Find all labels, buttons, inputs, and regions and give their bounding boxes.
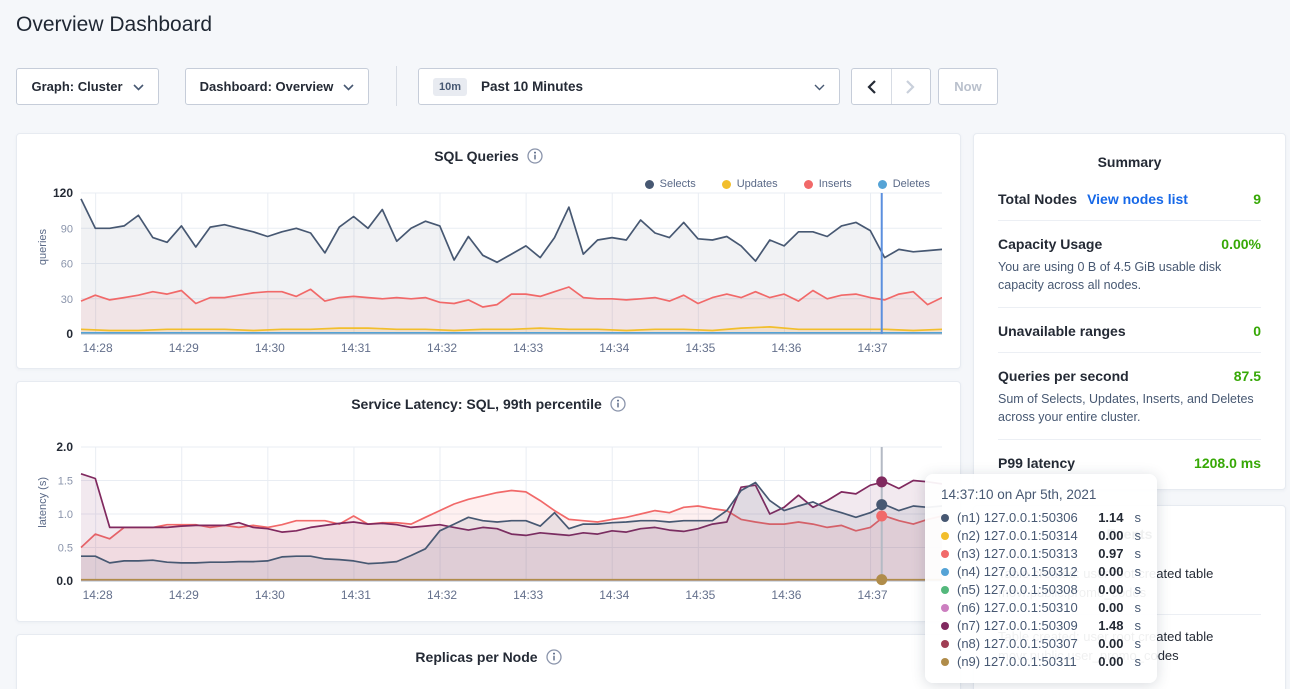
capacity-usage-description: You are using 0 B of 4.5 GiB usable disk…	[998, 258, 1261, 294]
time-range-dropdown[interactable]: 10m Past 10 Minutes	[418, 68, 840, 105]
time-range-label: Past 10 Minutes	[481, 79, 583, 94]
graph-dropdown-label: Graph: Cluster	[31, 79, 122, 94]
capacity-usage-value: 0.00%	[1221, 236, 1261, 252]
total-nodes-value: 9	[1253, 191, 1261, 207]
svg-text:14:37: 14:37	[858, 341, 888, 355]
svg-text:14:31: 14:31	[341, 588, 371, 602]
page-title: Overview Dashboard	[16, 13, 212, 37]
svg-text:14:34: 14:34	[599, 341, 629, 355]
node-dot-icon	[941, 604, 949, 612]
node-dot-icon	[941, 640, 949, 648]
svg-text:14:28: 14:28	[83, 341, 113, 355]
svg-text:2.0: 2.0	[56, 440, 73, 454]
time-range-badge: 10m	[433, 78, 467, 96]
svg-text:14:32: 14:32	[427, 588, 457, 602]
svg-text:14:35: 14:35	[685, 341, 715, 355]
svg-text:14:29: 14:29	[169, 341, 199, 355]
tooltip-row-n4: (n4) 127.0.0.1:503120.00s	[941, 563, 1141, 581]
tooltip-row-n2: (n2) 127.0.0.1:503140.00s	[941, 527, 1141, 545]
dashboard-dropdown-label: Dashboard: Overview	[200, 79, 334, 94]
chevron-down-icon	[133, 79, 144, 94]
svg-text:0.0: 0.0	[56, 574, 73, 588]
svg-text:14:37: 14:37	[858, 588, 888, 602]
summary-panel: Summary Total Nodes View nodes list 9 Ca…	[973, 133, 1286, 490]
view-nodes-list-link[interactable]: View nodes list	[1087, 191, 1188, 207]
service-latency-card: Service Latency: SQL, 99th percentile la…	[16, 381, 961, 622]
node-dot-icon	[941, 568, 949, 576]
node-dot-icon	[941, 550, 949, 558]
queries-per-second-description: Sum of Selects, Updates, Inserts, and De…	[998, 390, 1261, 426]
svg-text:14:33: 14:33	[513, 341, 543, 355]
service-latency-chart[interactable]: 0.0 0.5 1.0 1.5 2.0 14:28 14:29 14:30 14:31 14:32…	[31, 438, 942, 608]
info-icon[interactable]	[546, 649, 562, 665]
summary-title: Summary	[974, 134, 1285, 176]
svg-text:0: 0	[66, 327, 73, 341]
toolbar-divider	[396, 66, 397, 106]
svg-text:90: 90	[61, 223, 73, 235]
svg-text:14:30: 14:30	[255, 341, 285, 355]
unavailable-ranges-value: 0	[1253, 323, 1261, 339]
svg-text:30: 30	[61, 294, 73, 306]
tooltip-timestamp: 14:37:10 on Apr 5th, 2021	[941, 487, 1141, 502]
svg-text:60: 60	[61, 259, 73, 271]
svg-text:0.5: 0.5	[58, 543, 73, 555]
tooltip-row-n3: (n3) 127.0.0.1:503130.97s	[941, 545, 1141, 563]
svg-text:14:36: 14:36	[771, 341, 801, 355]
stat-unavailable-ranges: Unavailable ranges 0	[998, 308, 1261, 353]
time-step-buttons	[851, 68, 931, 105]
service-latency-title: Service Latency: SQL, 99th percentile	[17, 396, 960, 412]
sql-queries-title: SQL Queries	[17, 148, 960, 164]
stat-queries-per-second: Queries per second 87.5 Sum of Selects, …	[998, 353, 1261, 440]
tooltip-row-n7: (n7) 127.0.0.1:503091.48s	[941, 617, 1141, 635]
stat-capacity-usage: Capacity Usage 0.00% You are using 0 B o…	[998, 221, 1261, 308]
dashboard-dropdown[interactable]: Dashboard: Overview	[185, 68, 369, 105]
svg-text:14:28: 14:28	[83, 588, 113, 602]
sql-queries-card: SQL Queries Selects Updates Inserts Dele…	[16, 133, 961, 369]
next-time-button[interactable]	[891, 69, 931, 104]
node-dot-icon	[941, 586, 949, 594]
chevron-down-icon	[814, 79, 825, 94]
stat-total-nodes: Total Nodes View nodes list 9	[998, 176, 1261, 221]
overview-dashboard-page: Overview Dashboard Graph: Cluster Dashbo…	[0, 0, 1290, 689]
graph-dropdown[interactable]: Graph: Cluster	[16, 68, 159, 105]
replicas-per-node-card: Replicas per Node	[16, 634, 961, 689]
svg-text:14:33: 14:33	[513, 588, 543, 602]
replicas-per-node-title: Replicas per Node	[17, 649, 960, 665]
svg-text:14:29: 14:29	[169, 588, 199, 602]
svg-text:14:35: 14:35	[685, 588, 715, 602]
node-dot-icon	[941, 514, 949, 522]
p99-latency-value: 1208.0 ms	[1194, 455, 1261, 471]
prev-time-button[interactable]	[852, 69, 891, 104]
chevron-down-icon	[343, 79, 354, 94]
svg-text:1.5: 1.5	[58, 476, 73, 488]
node-dot-icon	[941, 622, 949, 630]
svg-text:1.0: 1.0	[58, 509, 73, 521]
svg-text:120: 120	[53, 186, 73, 200]
tooltip-row-n1: (n1) 127.0.0.1:503061.14s	[941, 509, 1141, 527]
sql-queries-chart[interactable]: 0 30 60 90 120 14:28 14:29 14:30 14:31 14:32 14:33…	[31, 184, 942, 356]
node-dot-icon	[941, 532, 949, 540]
node-dot-icon	[941, 658, 949, 666]
svg-text:14:30: 14:30	[255, 588, 285, 602]
queries-per-second-value: 87.5	[1234, 368, 1261, 384]
tooltip-row-n6: (n6) 127.0.0.1:503100.00s	[941, 599, 1141, 617]
tooltip-row-n9: (n9) 127.0.0.1:503110.00s	[941, 653, 1141, 671]
tooltip-row-n8: (n8) 127.0.0.1:503070.00s	[941, 635, 1141, 653]
svg-text:14:34: 14:34	[599, 588, 629, 602]
info-icon[interactable]	[527, 148, 543, 164]
svg-text:14:31: 14:31	[341, 341, 371, 355]
tooltip-row-n5: (n5) 127.0.0.1:503080.00s	[941, 581, 1141, 599]
chart-hover-tooltip: 14:37:10 on Apr 5th, 2021 (n1) 127.0.0.1…	[925, 474, 1157, 683]
now-button[interactable]: Now	[938, 68, 998, 105]
svg-text:14:32: 14:32	[427, 341, 457, 355]
info-icon[interactable]	[610, 396, 626, 412]
svg-text:14:36: 14:36	[771, 588, 801, 602]
